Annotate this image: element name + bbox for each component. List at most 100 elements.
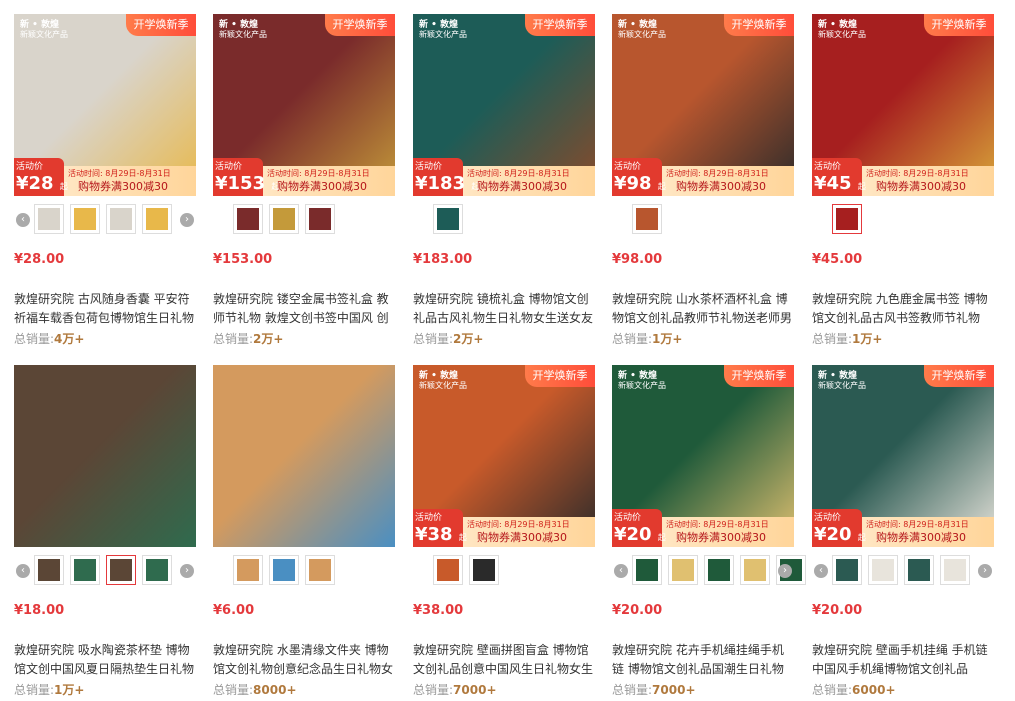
promo-coupon: 购物券满300减30 [676,180,766,193]
product-sales: 总销量:8000+ [213,681,297,698]
product-title[interactable]: 敦煌研究院 吸水陶瓷茶杯垫 博物馆文创中国风夏日隔热垫生日礼物 [14,641,196,679]
sales-count: 1万+ [652,332,683,346]
brand-logo: 新 • 敦煌 新颖文化产品 [217,18,273,56]
promo-banner: 活动价 ¥45 起活动时间: 8月29日-8月31日 购物券满300减30 [812,158,994,196]
brand-logo-line1: 新 • 敦煌 [818,371,858,381]
product-image[interactable]: 新 • 敦煌 新颖文化产品 开学焕新季 活动价 ¥20 起活动时间: 8月29日-8月3… [612,365,794,547]
promo-price-suffix: 起 [458,533,467,542]
sales-count: 2万+ [453,332,484,346]
thumbnail[interactable] [269,555,299,585]
thumb-prev-icon[interactable]: ‹ [814,564,828,578]
thumbnail[interactable] [668,555,698,585]
thumbnail[interactable] [433,555,463,585]
promo-price: ¥20 起 [614,524,666,545]
promo-banner: 活动价 ¥98 起活动时间: 8月29日-8月31日 购物券满300减30 [612,158,794,196]
promo-price: ¥45 起 [814,173,866,194]
thumb-next-icon[interactable]: › [180,213,194,227]
product-title[interactable]: 敦煌研究院 古风随身香囊 平安符祈福车载香包荷包博物馆生日礼物 [14,290,196,328]
sales-label: 总销量: [612,332,653,346]
thumbnail[interactable] [233,555,263,585]
promo-price-suffix: 起 [857,182,866,191]
promo-badge: 开学焕新季 [924,365,994,387]
promo-coupon: 购物券满300减30 [477,531,567,544]
promo-badge: 开学焕新季 [525,365,595,387]
brand-logo-line1: 新 • 敦煌 [818,20,858,30]
thumbnail[interactable] [305,555,335,585]
thumbnail-strip: ‹ › [612,555,806,587]
product-title[interactable]: 敦煌研究院 花卉手机绳挂绳手机链 博物馆文创礼品国潮生日礼物 [612,641,794,679]
product-image[interactable]: 新 • 敦煌 新颖文化产品 开学焕新季 活动价 ¥45 起活动时间: 8月29日-8月3… [812,14,994,196]
thumbnail[interactable] [904,555,934,585]
product-title[interactable]: 敦煌研究院 壁画拼图盲盒 博物馆文创礼品创意中国风生日礼物女生 [413,641,595,679]
promo-coupon: 购物券满300减30 [78,180,168,193]
thumbnail[interactable] [269,204,299,234]
thumbnail[interactable] [832,555,862,585]
thumbnail[interactable] [305,204,335,234]
sales-count: 7000+ [652,683,696,697]
promo-banner: 活动价 ¥153 起活动时间: 8月29日-8月31日 购物券满300减30 [213,158,395,196]
thumbnail[interactable] [70,555,100,585]
thumbnail[interactable] [868,555,898,585]
thumbnail[interactable] [740,555,770,585]
product-image[interactable]: 新 • 敦煌 新颖文化产品 开学焕新季 活动价 ¥98 起活动时间: 8月29日-8月3… [612,14,794,196]
thumbnail[interactable] [70,204,100,234]
thumbnail[interactable] [704,555,734,585]
thumbnail[interactable] [433,204,463,234]
thumb-next-icon[interactable]: › [978,564,992,578]
thumb-prev-icon[interactable]: ‹ [16,564,30,578]
thumb-prev-icon[interactable]: ‹ [614,564,628,578]
product-image[interactable]: 新 • 敦煌 新颖文化产品 开学焕新季 活动价 ¥38 起活动时间: 8月29日-8月3… [413,365,595,547]
product-image[interactable] [213,365,395,547]
thumb-next-icon[interactable]: › [778,564,792,578]
product-title[interactable]: 敦煌研究院 壁画手机挂绳 手机链中国风手机绳博物馆文创礼品 [812,641,994,679]
thumbnail[interactable] [832,204,862,234]
thumbnail[interactable] [34,555,64,585]
brand-logo-line2: 新颖文化产品 [219,30,267,39]
thumbnail-strip: ‹ › [14,555,196,587]
product-title[interactable]: 敦煌研究院 镜梳礼盒 博物馆文创礼品古风礼物生日礼物女生送女友 [413,290,595,328]
product-image[interactable]: 新 • 敦煌 新颖文化产品 开学焕新季 活动价 ¥183 起活动时间: 8月29日-8月… [413,14,595,196]
sales-label: 总销量: [413,683,454,697]
thumbnail[interactable] [34,204,64,234]
thumbnail[interactable] [632,204,662,234]
product-price: ¥45.00 [812,252,863,267]
sales-count: 2万+ [253,332,284,346]
thumbnail[interactable] [142,555,172,585]
thumbnail-strip [612,204,794,236]
product-image[interactable] [14,365,196,547]
product-image[interactable]: 新 • 敦煌 新颖文化产品 开学焕新季 活动价 ¥20 起活动时间: 8月29日-8月3… [812,365,994,547]
promo-banner: 活动价 ¥20 起活动时间: 8月29日-8月31日 购物券满300减30 [812,509,994,547]
product-image[interactable]: 新 • 敦煌 新颖文化产品 开学焕新季 活动价 ¥153 起活动时间: 8月29日-8月… [213,14,395,196]
promo-label: 活动价 [16,162,44,172]
thumbnail[interactable] [940,555,970,585]
promo-price-suffix: 起 [657,182,666,191]
sales-label: 总销量: [812,332,853,346]
thumbnail[interactable] [632,555,662,585]
thumbnail[interactable] [142,204,172,234]
brand-logo-line2: 新颖文化产品 [20,30,68,39]
product-price: ¥20.00 [612,603,663,618]
thumbnail[interactable] [106,555,136,585]
product-sales: 总销量:7000+ [612,681,696,698]
thumbnail-strip: ‹ › [812,555,994,587]
product-title[interactable]: 敦煌研究院 镂空金属书签礼盒 教师节礼物 敦煌文创书签中国风 创 [213,290,395,328]
thumbnail[interactable] [233,204,263,234]
product-price: ¥18.00 [14,603,65,618]
thumb-next-icon[interactable]: › [180,564,194,578]
thumbnail[interactable] [469,555,499,585]
promo-coupon: 购物券满300减30 [876,531,966,544]
thumb-prev-icon[interactable]: ‹ [16,213,30,227]
thumbnail-strip [413,204,595,236]
promo-label: 活动价 [415,513,443,523]
product-image[interactable]: 新 • 敦煌 新颖文化产品 开学焕新季 活动价 ¥28 起活动时间: 8月29日-8月3… [14,14,196,196]
promo-banner: 活动价 ¥38 起活动时间: 8月29日-8月31日 购物券满300减30 [413,509,595,547]
promo-price: ¥98 起 [614,173,666,194]
brand-logo: 新 • 敦煌 新颖文化产品 [816,18,872,56]
product-sales: 总销量:6000+ [812,681,896,698]
thumbnail-strip: ‹ › [14,204,196,236]
product-title[interactable]: 敦煌研究院 九色鹿金属书签 博物馆文创礼品古风书签教师节礼物 [812,290,994,328]
product-title[interactable]: 敦煌研究院 水墨清缘文件夹 博物馆文创礼物创意纪念品生日礼物女 [213,641,395,679]
brand-logo: 新 • 敦煌 新颖文化产品 [616,18,672,56]
product-title[interactable]: 敦煌研究院 山水茶杯酒杯礼盒 博物馆文创礼品教师节礼物送老师男 [612,290,794,328]
thumbnail[interactable] [106,204,136,234]
